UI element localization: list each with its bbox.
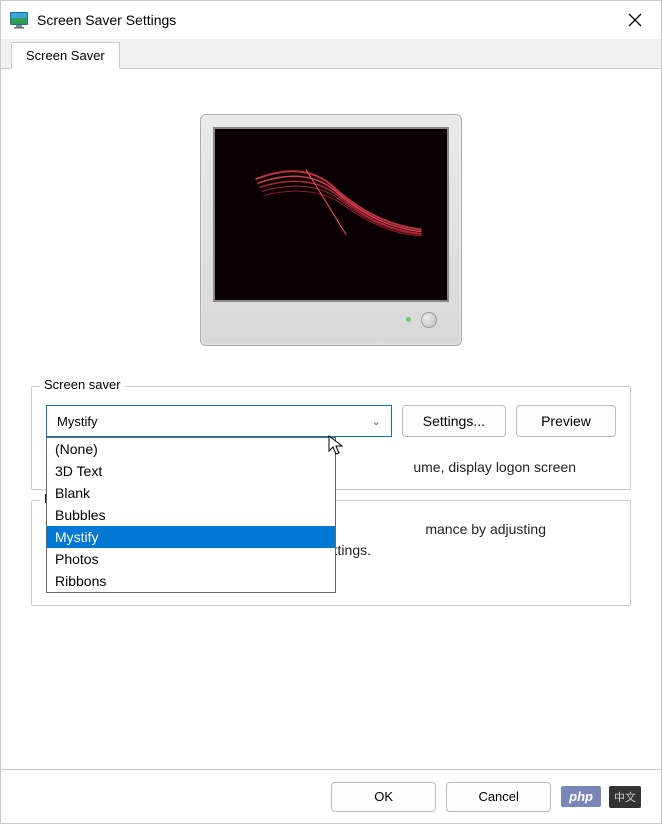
dropdown-item-bubbles[interactable]: Bubbles: [47, 504, 335, 526]
screensaver-combobox[interactable]: Mystify ⌄: [46, 405, 392, 437]
monitor-base: [213, 302, 449, 337]
cancel-button[interactable]: Cancel: [446, 782, 551, 812]
screensaver-fieldset: Screen saver Mystify ⌄ Settings... Previ…: [31, 386, 631, 490]
monitor-frame: [200, 114, 462, 346]
screensaver-settings-window: Screen Saver Settings Screen Saver: [0, 0, 662, 824]
combobox-value: Mystify: [57, 414, 97, 429]
dropdown-item-ribbons[interactable]: Ribbons: [47, 570, 335, 592]
content-area: Screen saver Mystify ⌄ Settings... Previ…: [1, 69, 661, 769]
window-title: Screen Saver Settings: [37, 12, 619, 28]
dropdown-item-3dtext[interactable]: 3D Text: [47, 460, 335, 482]
tab-screen-saver[interactable]: Screen Saver: [11, 42, 120, 69]
screensaver-dropdown-list: (None) 3D Text Blank Bubbles Mystify Pho…: [46, 437, 336, 593]
dropdown-item-photos[interactable]: Photos: [47, 548, 335, 570]
php-badge: php: [561, 786, 601, 807]
power-led-icon: [406, 317, 411, 322]
settings-button[interactable]: Settings...: [402, 405, 506, 437]
close-icon: [628, 13, 642, 27]
monitor-preview: [31, 114, 631, 346]
dropdown-item-blank[interactable]: Blank: [47, 482, 335, 504]
cn-badge: 中文: [609, 786, 641, 808]
mystify-visual-icon: [215, 129, 447, 300]
titlebar: Screen Saver Settings: [1, 1, 661, 39]
ok-button[interactable]: OK: [331, 782, 436, 812]
button-bar: OK Cancel php 中文: [1, 769, 661, 823]
monitor-screen: [213, 127, 449, 302]
tabstrip: Screen Saver: [1, 39, 661, 69]
monitor-power-icon: [421, 312, 437, 328]
close-button[interactable]: [619, 4, 651, 36]
screensaver-group-label: Screen saver: [40, 377, 125, 392]
dropdown-item-mystify[interactable]: Mystify: [47, 526, 335, 548]
dropdown-item-none[interactable]: (None): [47, 438, 335, 460]
chevron-down-icon: ⌄: [372, 415, 381, 428]
app-icon: [9, 10, 29, 30]
preview-button[interactable]: Preview: [516, 405, 616, 437]
